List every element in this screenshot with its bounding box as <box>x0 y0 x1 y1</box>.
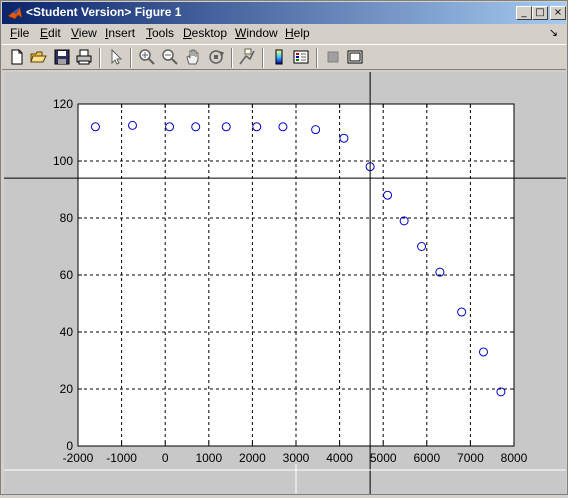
show-plot-tools-icon[interactable] <box>346 48 364 66</box>
y-tick-label: 100 <box>53 154 73 168</box>
toolbar-separator <box>130 48 132 68</box>
minimize-button[interactable]: _ <box>516 6 532 20</box>
zoom-out-icon[interactable] <box>161 48 179 66</box>
maximize-button[interactable]: □ <box>532 6 548 20</box>
menu-insert[interactable]: Insert <box>105 26 135 40</box>
dock-arrow-icon[interactable]: ↘ <box>549 26 558 39</box>
toolbar-separator <box>262 48 264 68</box>
figure-toolbar <box>2 44 566 70</box>
matlab-logo-icon <box>7 5 23 21</box>
x-tick-label: 1000 <box>195 451 222 465</box>
open-folder-icon[interactable] <box>30 48 48 66</box>
x-tick-label: 2000 <box>239 451 266 465</box>
y-tick-label: 120 <box>53 97 73 111</box>
x-tick-label: 3000 <box>283 451 310 465</box>
scatter-plot[interactable]: -2000 -1000 0 1000 2000 3000 4000 5000 6000 7000 8… <box>4 72 566 494</box>
x-tick-label: 5000 <box>370 451 397 465</box>
x-tick-label: 4000 <box>326 451 353 465</box>
figure-canvas: -2000 -1000 0 1000 2000 3000 4000 5000 6000 7000 8… <box>4 72 566 494</box>
rotate-3d-icon[interactable] <box>207 48 225 66</box>
colorbar-icon[interactable] <box>270 48 288 66</box>
data-cursor-icon[interactable] <box>238 48 256 66</box>
menu-view[interactable]: View <box>71 26 97 40</box>
figure-window: <Student Version> Figure 1 _ □ × File Ed… <box>0 0 568 495</box>
zoom-in-icon[interactable] <box>138 48 156 66</box>
x-tick-label: 8000 <box>501 451 528 465</box>
x-tick-label: -2000 <box>63 451 94 465</box>
menu-file[interactable]: File <box>10 26 29 40</box>
toolbar-separator <box>99 48 101 68</box>
title-bar[interactable]: <Student Version> Figure 1 _ □ × <box>2 2 566 24</box>
menu-tools[interactable]: Tools <box>146 26 174 40</box>
window-title: <Student Version> Figure 1 <box>26 5 182 19</box>
edit-plot-arrow-icon[interactable] <box>107 48 125 66</box>
y-tick-label: 40 <box>60 325 74 339</box>
menu-help[interactable]: Help <box>285 26 310 40</box>
x-tick-label: 0 <box>162 451 169 465</box>
y-tick-label: 60 <box>60 268 74 282</box>
menu-window[interactable]: Window <box>235 26 278 40</box>
y-tick-label: 80 <box>60 211 74 225</box>
menu-bar: File Edit View Insert Tools Desktop Wind… <box>2 24 566 43</box>
toolbar-separator <box>316 48 318 68</box>
y-tick-label: 20 <box>60 382 74 396</box>
pan-hand-icon[interactable] <box>184 48 202 66</box>
menu-edit[interactable]: Edit <box>40 26 61 40</box>
new-file-icon[interactable] <box>8 48 26 66</box>
y-tick-label: 0 <box>66 439 73 453</box>
toolbar-separator <box>231 48 233 68</box>
hide-plot-tools-icon[interactable] <box>324 48 342 66</box>
x-tick-label: 6000 <box>413 451 440 465</box>
legend-icon[interactable] <box>292 48 310 66</box>
x-tick-label: -1000 <box>106 451 137 465</box>
menu-desktop[interactable]: Desktop <box>183 26 227 40</box>
x-tick-label: 7000 <box>457 451 484 465</box>
save-icon[interactable] <box>53 48 71 66</box>
print-icon[interactable] <box>75 48 93 66</box>
close-button[interactable]: × <box>550 6 566 20</box>
